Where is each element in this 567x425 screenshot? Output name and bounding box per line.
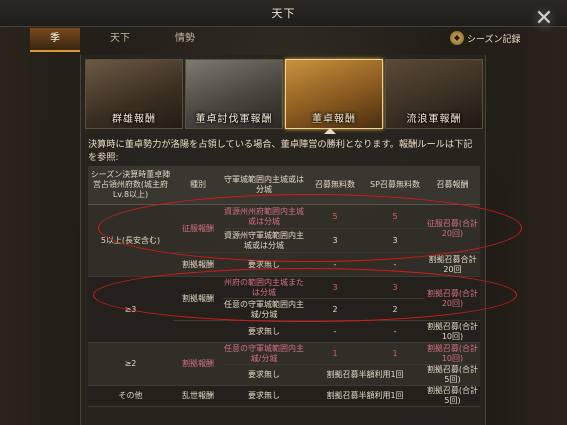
selected-pointer-icon <box>324 128 336 134</box>
cell-type: 割拠報酬 <box>173 342 223 386</box>
annotation-oval-top <box>98 194 522 262</box>
header-count: シーズン決算時董卓陣営占領州府数(城主府Lv.8以上) <box>88 166 173 205</box>
annotation-oval-bottom <box>93 268 517 322</box>
banner-label: 群雄報酬 <box>112 114 156 125</box>
banner-label: 流浪軍報酬 <box>406 114 462 125</box>
tab-season[interactable]: 季 <box>30 28 80 52</box>
cell-merged: 割拠召募半額利用1回 <box>305 364 425 386</box>
cell-free: 1 <box>305 342 365 365</box>
cell-count: その他 <box>88 385 173 407</box>
cell-type-empty <box>173 320 223 343</box>
window-title: 天下 <box>271 7 296 20</box>
table-row: ≥2 割拠報酬 任意の守軍城範囲内主城/分城 1 1 割拠召募(合計10回) <box>88 342 480 386</box>
cell-reward: 割拠召募(合計10回) <box>425 320 480 343</box>
cell-merged: 割拠召募半額利用1回 <box>305 385 425 407</box>
cell-sp: 1 <box>365 342 425 365</box>
cell-sp: - <box>365 320 425 343</box>
cell-free: - <box>305 320 365 343</box>
cell-req: 任意の守軍城範囲内主城/分城 <box>223 342 305 365</box>
cell-req: 要求無し <box>223 385 305 407</box>
header-reward: 召募報酬 <box>425 166 480 205</box>
cell-type: 乱世報酬 <box>173 385 223 407</box>
cell-req: 要求無し <box>223 320 305 343</box>
banner-label: 董卓討伐軍報酬 <box>195 114 273 125</box>
reward-banners: 群雄報酬 董卓討伐軍報酬 董卓報酬 流浪軍報酬 <box>85 59 483 129</box>
tab-situation[interactable]: 情勢 <box>160 28 210 50</box>
banner-gunyu[interactable]: 群雄報酬 <box>85 59 183 129</box>
table-row: その他 乱世報酬 要求無し 割拠召募半額利用1回 割拠召募(合計5回) <box>88 385 480 407</box>
cell-reward: 割拠召募(合計5回) <box>425 385 480 407</box>
season-record-icon: ◆ <box>450 31 464 45</box>
close-icon[interactable]: ✕ <box>531 4 557 34</box>
top-bar: 天下 <box>0 0 567 27</box>
season-record-label: シーズン記録 <box>467 34 521 45</box>
tab-tenka[interactable]: 天下 <box>95 28 145 50</box>
banner-rurou[interactable]: 流浪軍報酬 <box>385 59 483 129</box>
cell-reward: 割拠召募(合計5回) <box>425 364 480 386</box>
reward-description: 決算時に董卓勢力が洛陽を占領している場合、董卓陣営の勝利となります。報酬ルールは… <box>88 139 473 163</box>
cell-reward: 割拠召募(合計10回) <box>425 342 480 365</box>
banner-tobatsu[interactable]: 董卓討伐軍報酬 <box>185 59 283 129</box>
banner-label: 董卓報酬 <box>312 114 356 125</box>
cell-req: 要求無し <box>223 364 305 386</box>
banner-tokutaku[interactable]: 董卓報酬 <box>285 59 383 129</box>
cell-count: ≥2 <box>88 342 173 386</box>
season-record-button[interactable]: ◆ シーズン記録 <box>450 30 521 46</box>
